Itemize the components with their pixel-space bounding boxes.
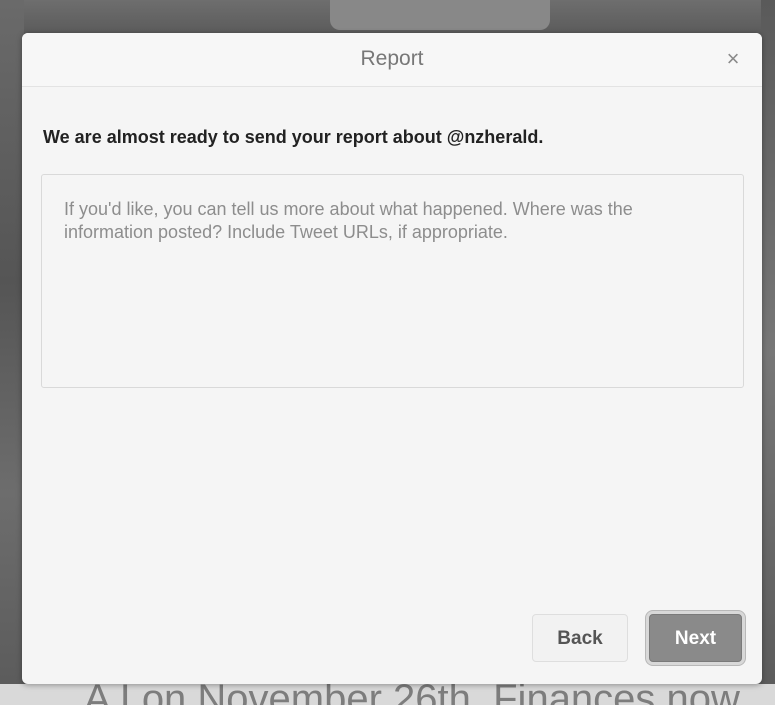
details-textarea[interactable]: [42, 175, 743, 387]
background-left-strip: [0, 0, 24, 705]
background-right-strip: [761, 0, 775, 705]
close-icon[interactable]: ×: [722, 47, 744, 71]
details-textarea-container: [41, 174, 744, 388]
report-heading: We are almost ready to send your report …: [43, 127, 544, 147]
report-dialog: Report × We are almost ready to send you…: [22, 33, 762, 684]
background-image: [330, 0, 550, 30]
back-button[interactable]: Back: [532, 614, 628, 662]
dialog-header: Report ×: [22, 33, 762, 87]
dialog-body: We are almost ready to send your report …: [22, 87, 762, 684]
next-button[interactable]: Next: [649, 614, 742, 662]
dialog-title: Report: [360, 47, 424, 70]
